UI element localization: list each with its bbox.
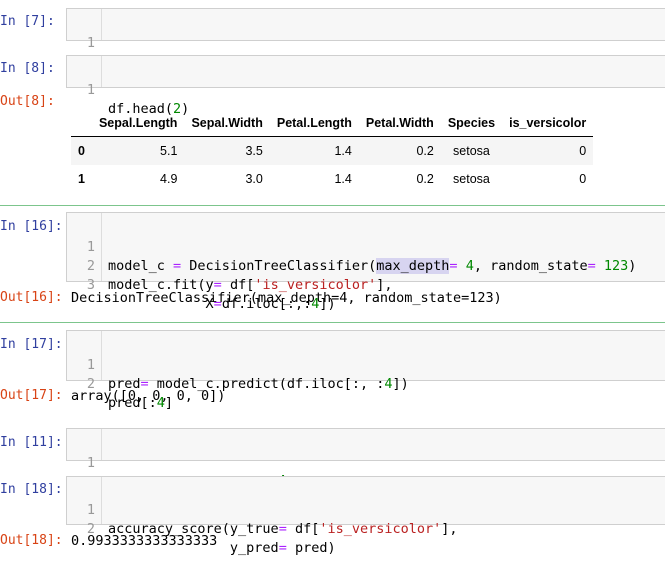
- table-header-cell: Species: [440, 110, 503, 137]
- code-line: 1 df.head(2): [86, 82, 190, 117]
- table-cell: 0: [579, 144, 587, 158]
- table-cell: 0: [579, 172, 587, 186]
- code-cell-input[interactable]: 1 df['is_versicolor'] = (df['Species'] =…: [66, 8, 665, 70]
- table-cell: 3.5: [245, 144, 263, 158]
- code-cell-input[interactable]: 1 model_c = DecisionTreeClassifier(max_d…: [66, 212, 665, 312]
- cell-output: DecisionTreeClassifier(max_depth=4, rand…: [71, 290, 502, 306]
- table-header-cell: Sepal.Width: [184, 110, 270, 137]
- table-row: 1 4.9 3.0 1.4 0.2 setosa 0: [71, 165, 593, 193]
- table-cell: 5.1: [160, 144, 178, 158]
- row-index: 0: [78, 144, 85, 158]
- code-line: 1 pred= model_c.predict(df.iloc[:, :4]): [86, 357, 409, 392]
- code-cell-input[interactable]: 1 accuracy_score(y_true= df['is_versicol…: [66, 476, 665, 556]
- cell-separator: [0, 322, 665, 323]
- table-cell: setosa: [453, 144, 490, 158]
- dataframe-table: Sepal.Length Sepal.Width Petal.Length Pe…: [71, 110, 594, 193]
- code-line: 2 model_c.fit(y= df['is_versicolor'],: [86, 258, 393, 293]
- table-header-cell: Sepal.Length: [91, 110, 185, 137]
- code-line: 2 y_pred= pred): [86, 521, 336, 556]
- input-prompt: In [8]:: [0, 61, 55, 76]
- table-header-cell: [71, 110, 92, 137]
- output-prompt: Out[18]:: [0, 533, 63, 548]
- table-cell: setosa: [453, 172, 490, 186]
- output-prompt: Out[17]:: [0, 388, 63, 403]
- code-line: 3 X=df.iloc[:,:4]): [86, 277, 336, 312]
- row-index: 1: [78, 172, 85, 186]
- code-cell-input[interactable]: 1 from sklearn.metrics import accuracy_s…: [66, 428, 665, 490]
- table-header-cell: Petal.Width: [358, 110, 441, 137]
- table-cell: 1.4: [334, 172, 352, 186]
- table-cell: 0.2: [416, 172, 434, 186]
- table-header-cell: Petal.Length: [269, 110, 359, 137]
- table-cell: 1.4: [334, 144, 352, 158]
- input-prompt: In [11]:: [0, 435, 63, 450]
- output-prompt: Out[16]:: [0, 290, 63, 305]
- code-line: 1 from sklearn.metrics import accuracy_s…: [67, 435, 665, 490]
- table-cell: 0.2: [416, 144, 434, 158]
- table-cell: 3.0: [245, 172, 263, 186]
- code-line: 1 accuracy_score(y_true= df['is_versicol…: [86, 502, 458, 537]
- input-prompt: In [18]:: [0, 482, 63, 497]
- input-prompt: In [16]:: [0, 219, 63, 234]
- table-row: 0 5.1 3.5 1.4 0.2 setosa 0: [71, 136, 594, 165]
- table-header-row: Sepal.Length Sepal.Width Petal.Length Pe…: [71, 110, 594, 137]
- table-header-cell: is_versicolor: [502, 110, 594, 137]
- input-prompt: In [17]:: [0, 337, 63, 352]
- code-line: 2 pred[:4]: [86, 376, 174, 411]
- output-prompt: Out[8]:: [0, 94, 55, 109]
- input-prompt: In [7]:: [0, 14, 55, 29]
- active-cell-separator: [0, 205, 665, 206]
- cell-output: 0.9933333333333333: [71, 533, 218, 549]
- code-line: 1 model_c = DecisionTreeClassifier(max_d…: [86, 239, 637, 274]
- table-cell: 4.9: [160, 172, 178, 186]
- code-line: 1 df['is_versicolor'] = (df['Species'] =…: [67, 15, 665, 70]
- code-cell-input[interactable]: 1 df.head(2): [66, 55, 665, 117]
- code-cell-input[interactable]: 1 pred= model_c.predict(df.iloc[:, :4]) …: [66, 330, 665, 411]
- cell-output: array([0, 0, 0, 0]): [71, 388, 226, 404]
